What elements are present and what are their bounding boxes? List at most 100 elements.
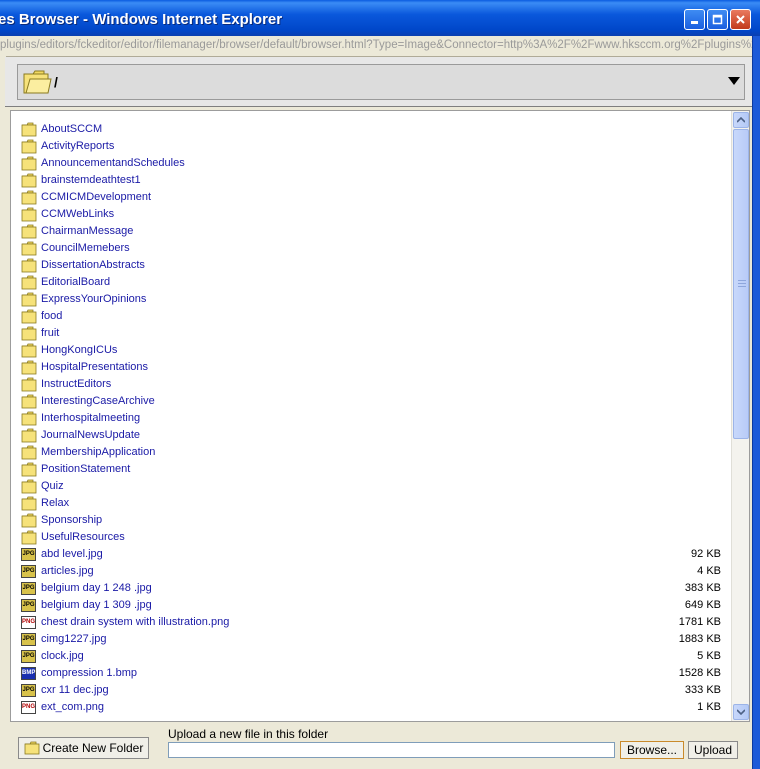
folder-row[interactable]: Quiz	[11, 478, 733, 495]
jpg-file-icon: JPG	[21, 684, 36, 697]
file-row[interactable]: JPG cimg1227.jpg 1883 KB	[11, 631, 733, 648]
folder-name[interactable]: AnnouncementandSchedules	[41, 155, 185, 172]
folder-row[interactable]: HospitalPresentations	[11, 359, 733, 376]
file-name[interactable]: chest drain system with illustration.png	[41, 614, 229, 631]
folder-row[interactable]: Sponsorship	[11, 512, 733, 529]
folder-row[interactable]: InterestingCaseArchive	[11, 393, 733, 410]
file-row[interactable]: JPG abd level.jpg 92 KB	[11, 546, 733, 563]
file-name[interactable]: belgium day 1 248 .jpg	[41, 580, 152, 597]
folder-name[interactable]: HospitalPresentations	[41, 359, 148, 376]
scroll-up-button[interactable]	[733, 112, 749, 128]
scroll-down-button[interactable]	[733, 704, 749, 720]
vertical-scrollbar[interactable]	[731, 111, 749, 721]
folder-row[interactable]: Relax	[11, 495, 733, 512]
folder-icon	[21, 275, 37, 290]
folder-name[interactable]: Sponsorship	[41, 512, 102, 529]
folder-row[interactable]: JournalNewsUpdate	[11, 427, 733, 444]
folder-icon	[24, 741, 40, 755]
file-size: 1 KB	[697, 701, 721, 713]
folder-row[interactable]: CCMWebLinks	[11, 206, 733, 223]
folder-row[interactable]: CouncilMemebers	[11, 240, 733, 257]
upload-button[interactable]: Upload	[688, 741, 738, 759]
file-row[interactable]: JPG belgium day 1 309 .jpg 649 KB	[11, 597, 733, 614]
folder-row[interactable]: AnnouncementandSchedules	[11, 155, 733, 172]
folder-name[interactable]: CouncilMemebers	[41, 240, 130, 257]
minimize-button[interactable]	[684, 9, 705, 30]
folder-row[interactable]: PositionStatement	[11, 461, 733, 478]
folder-bar: /	[5, 57, 752, 107]
upload-file-field[interactable]	[168, 742, 615, 758]
file-name[interactable]: cxr 11 dec.jpg	[41, 682, 109, 699]
file-size: 1781 KB	[678, 616, 721, 628]
create-folder-button[interactable]: Create New Folder	[18, 737, 149, 759]
folder-row[interactable]: ChairmanMessage	[11, 223, 733, 240]
folder-row[interactable]: brainstemdeathtest1	[11, 172, 733, 189]
file-row[interactable]: JPG belgium day 1 248 .jpg 383 KB	[11, 580, 733, 597]
address-url[interactable]: plugins/editors/fckeditor/editor/fileman…	[0, 39, 752, 51]
folder-name[interactable]: CCMWebLinks	[41, 206, 114, 223]
folder-name[interactable]: AboutSCCM	[41, 121, 102, 138]
file-name[interactable]: clock.jpg	[41, 648, 84, 665]
folder-name[interactable]: CCMICMDevelopment	[41, 189, 151, 206]
address-bar[interactable]: plugins/editors/fckeditor/editor/fileman…	[0, 36, 752, 57]
folder-name[interactable]: ActivityReports	[41, 138, 114, 155]
folder-path-select[interactable]: /	[17, 64, 745, 100]
folder-row[interactable]: AboutSCCM	[11, 121, 733, 138]
folder-name[interactable]: Relax	[41, 495, 69, 512]
folder-row[interactable]: ExpressYourOpinions	[11, 291, 733, 308]
folder-name[interactable]: Quiz	[41, 478, 64, 495]
folder-name[interactable]: ChairmanMessage	[41, 223, 133, 240]
file-size: 1528 KB	[678, 667, 721, 679]
folder-row[interactable]: HongKongICUs	[11, 342, 733, 359]
folder-row[interactable]: food	[11, 308, 733, 325]
chevron-down-icon[interactable]	[728, 76, 740, 86]
folder-name[interactable]: UsefulResources	[41, 529, 125, 546]
file-name[interactable]: articles.jpg	[41, 563, 94, 580]
file-size: 5 KB	[697, 650, 721, 662]
folder-icon	[21, 122, 37, 137]
create-folder-label: Create New Folder	[42, 741, 144, 755]
file-row[interactable]: JPG articles.jpg 4 KB	[11, 563, 733, 580]
file-name[interactable]: ext_com.png	[41, 699, 104, 716]
file-name[interactable]: cimg1227.jpg	[41, 631, 106, 648]
file-row[interactable]: PNG ext_com.png 1 KB	[11, 699, 733, 716]
folder-icon	[21, 190, 37, 205]
folder-name[interactable]: PositionStatement	[41, 461, 130, 478]
bottom-toolbar: Create New Folder Upload a new file in t…	[5, 723, 752, 769]
folder-name[interactable]: InstructEditors	[41, 376, 111, 393]
upload-label: Upload a new file in this folder	[168, 727, 329, 741]
folder-name[interactable]: food	[41, 308, 62, 325]
close-button[interactable]	[730, 9, 751, 30]
folder-row[interactable]: Interhospitalmeeting	[11, 410, 733, 427]
folder-name[interactable]: JournalNewsUpdate	[41, 427, 140, 444]
scroll-thumb[interactable]	[733, 129, 749, 439]
folder-name[interactable]: MembershipApplication	[41, 444, 155, 461]
folder-name[interactable]: ExpressYourOpinions	[41, 291, 146, 308]
folder-row[interactable]: UsefulResources	[11, 529, 733, 546]
folder-name[interactable]: HongKongICUs	[41, 342, 117, 359]
file-name[interactable]: abd level.jpg	[41, 546, 103, 563]
folder-name[interactable]: InterestingCaseArchive	[41, 393, 155, 410]
folder-row[interactable]: CCMICMDevelopment	[11, 189, 733, 206]
file-row[interactable]: PNG chest drain system with illustration.…	[11, 614, 733, 631]
file-row[interactable]: JPG cxr 11 dec.jpg 333 KB	[11, 682, 733, 699]
file-name[interactable]: belgium day 1 309 .jpg	[41, 597, 152, 614]
folder-name[interactable]: DissertationAbstracts	[41, 257, 145, 274]
browse-label: Browse...	[626, 743, 677, 757]
file-row[interactable]: JPG clock.jpg 5 KB	[11, 648, 733, 665]
folder-row[interactable]: MembershipApplication	[11, 444, 733, 461]
folder-row[interactable]: DissertationAbstracts	[11, 257, 733, 274]
folder-name[interactable]: brainstemdeathtest1	[41, 172, 141, 189]
folder-row[interactable]: EditorialBoard	[11, 274, 733, 291]
folder-name[interactable]: fruit	[41, 325, 59, 342]
folder-icon	[21, 479, 37, 494]
file-name[interactable]: compression 1.bmp	[41, 665, 137, 682]
file-row[interactable]: BMP compression 1.bmp 1528 KB	[11, 665, 733, 682]
folder-name[interactable]: Interhospitalmeeting	[41, 410, 140, 427]
browse-button[interactable]: Browse...	[620, 741, 684, 759]
folder-name[interactable]: EditorialBoard	[41, 274, 110, 291]
folder-row[interactable]: InstructEditors	[11, 376, 733, 393]
maximize-button[interactable]	[707, 9, 728, 30]
folder-row[interactable]: ActivityReports	[11, 138, 733, 155]
folder-row[interactable]: fruit	[11, 325, 733, 342]
